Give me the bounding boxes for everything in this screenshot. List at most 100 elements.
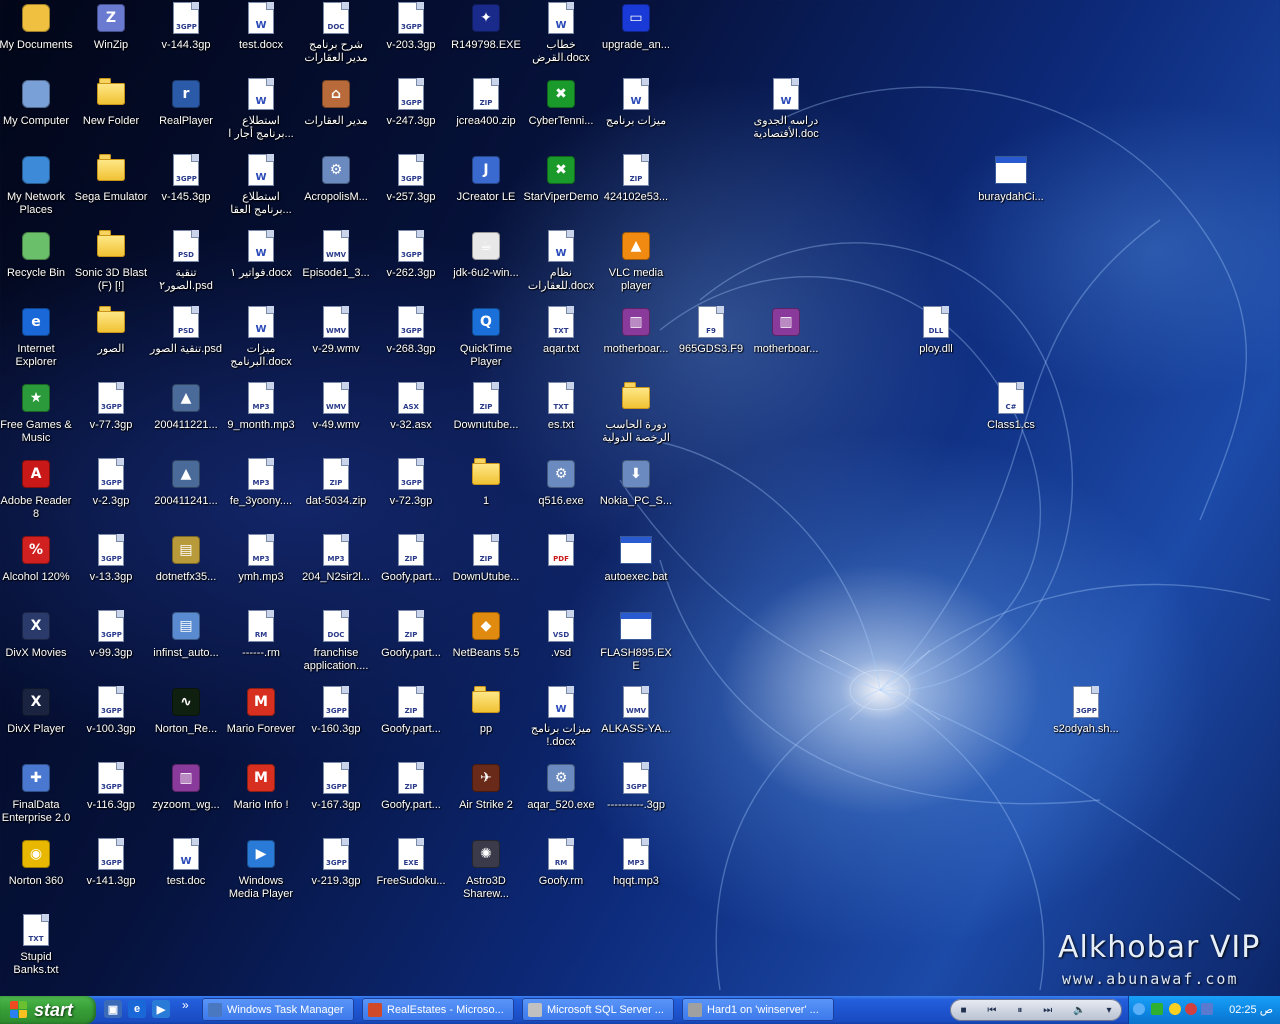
desktop-icon[interactable]: WMV Episode1_3... [298,228,374,280]
desktop-icon[interactable]: RM ------.rm [223,608,299,660]
desktop-icon[interactable]: Sega Emulator [73,152,149,204]
desktop-icon[interactable]: MP3 204_N2sir2l... [298,532,374,584]
desktop-icon[interactable]: WMV v-29.wmv [298,304,374,356]
desktop-icon[interactable]: W استطلاع ...برنامج أجار ا [223,76,299,141]
tray-green-icon[interactable] [1151,1003,1163,1015]
desktop-icon[interactable]: 3GPP v-145.3gp [148,152,224,204]
taskbar-button[interactable]: Microsoft SQL Server ... [522,998,674,1021]
desktop-icon[interactable]: ▥ zyzoom_wg... [148,760,224,812]
desktop-icon[interactable]: الصور [73,304,149,356]
desktop-icon[interactable]: ZIP Goofy.part... [373,608,449,660]
desktop-icon[interactable]: TXT aqar.txt [523,304,599,356]
desktop-icon[interactable]: TXT es.txt [523,380,599,432]
desktop-icon[interactable]: Wtest.doc [148,836,224,888]
desktop-icon[interactable]: M Mario Info ! [223,760,299,812]
desktop-icon[interactable]: DOC شرح برنامج مدير العقارات [298,0,374,65]
desktop-icon[interactable]: 3GPP v-160.3gp [298,684,374,736]
desktop-icon[interactable]: M Mario Forever [223,684,299,736]
desktop-icon[interactable]: ZIP dat-5034.zip [298,456,374,508]
desktop-icon[interactable]: ZIP jcrea400.zip [448,76,524,128]
desktop-icon[interactable]: ✦ R149798.EXE [448,0,524,52]
desktop-icon[interactable]: 3GPP v-100.3gp [73,684,149,736]
desktop-icon[interactable]: W ميزات برنامج [598,76,674,128]
desktop-icon[interactable]: ZIP DownUtube... [448,532,524,584]
desktop-icon[interactable]: 3GPP ----------.3gp [598,760,674,812]
desktop-icon[interactable]: W فواتير ١.docx [223,228,299,280]
desktop-icon[interactable]: buraydahCi... [973,152,1049,204]
desktop-icon[interactable]: ⚙ aqar_520.exe [523,760,599,812]
media-player-icon[interactable]: ▶ [152,1000,170,1018]
stop-icon[interactable]: ■ [960,1005,966,1016]
desktop-icon[interactable]: autoexec.bat [598,532,674,584]
desktop-icon[interactable]: ZIP Goofy.part... [373,760,449,812]
desktop-icon[interactable]: 3GPP v-141.3gp [73,836,149,888]
desktop-icon[interactable]: 3GPP v-144.3gp [148,0,224,52]
tray-smiley-icon[interactable] [1169,1003,1181,1015]
desktop-icon[interactable]: ▤ infinst_auto... [148,608,224,660]
chevron-down-icon[interactable]: ▾ [1106,1005,1111,1016]
desktop-icon[interactable]: ▥ motherboar... [748,304,824,356]
desktop-icon[interactable]: 3GPP v-72.3gp [373,456,449,508]
desktop-icon[interactable]: ▲ VLC media player [598,228,674,293]
desktop-icon[interactable]: ▭ upgrade_an... [598,0,674,52]
desktop-icon[interactable]: W استطلاع ...برنامج العقا [223,152,299,217]
desktop-icon[interactable]: MP3 hqqt.mp3 [598,836,674,888]
desktop-icon[interactable]: ★ Free Games & Music [0,380,74,445]
desktop-icon[interactable]: 3GPP v-268.3gp [373,304,449,356]
desktop-icon[interactable]: W ميزات برنامج !.docx [523,684,599,749]
desktop-icon[interactable]: pp [448,684,524,736]
clock[interactable]: 02:25 ص [1229,1003,1273,1016]
taskbar-button[interactable]: RealEstates - Microso... [362,998,514,1021]
desktop-icon[interactable]: ☕ jdk-6u2-win... [448,228,524,280]
desktop-icon[interactable]: ✈ Air Strike 2 [448,760,524,812]
desktop-icon[interactable]: ✖ CyberTenni... [523,76,599,128]
desktop-icon[interactable]: ⬇ Nokia_PC_S... [598,456,674,508]
desktop-icon[interactable]: % Alcohol 120% [0,532,74,584]
taskbar-button[interactable]: Hard1 on 'winserver' ... [682,998,834,1021]
desktop-icon[interactable]: Sonic 3D Blast (F) [!] [73,228,149,293]
desktop[interactable]: My Documents My Computer My Network Places… [0,0,1280,996]
desktop-icon[interactable]: دورة الحاسب الرخصة الدولية [598,380,674,445]
desktop-icon[interactable]: ∿ Norton_Re... [148,684,224,736]
desktop-icon[interactable]: W دراسه الجدوى الأقتصادية.doc [748,76,824,141]
desktop-icon[interactable]: 3GPP v-257.3gp [373,152,449,204]
start-button[interactable]: start [0,996,96,1024]
media-mini-player[interactable]: ■ ⏮ ⏸ ⏭ 🔈 ▾ [950,999,1122,1021]
desktop-icon[interactable]: TXT Stupid Banks.txt [0,912,74,977]
pause-icon[interactable]: ⏸ [1017,1005,1022,1016]
desktop-icon[interactable]: New Folder [73,76,149,128]
desktop-icon[interactable]: ZIP Downutube... [448,380,524,432]
desktop-icon[interactable]: ✚ FinalData Enterprise 2.0 [0,760,74,825]
show-desktop-icon[interactable]: ▣ [104,1000,122,1018]
desktop-icon[interactable]: ▥ motherboar... [598,304,674,356]
volume-icon[interactable]: 🔈 [1073,1005,1085,1016]
desktop-icon[interactable]: W ميزات البرنامج.docx [223,304,299,369]
desktop-icon[interactable]: My Network Places [0,152,74,217]
taskbar-button[interactable]: Windows Task Manager [202,998,354,1021]
desktop-icon[interactable]: 3GPP v-99.3gp [73,608,149,660]
desktop-icon[interactable]: MP3 ymh.mp3 [223,532,299,584]
desktop-icon[interactable]: ◆ NetBeans 5.5 [448,608,524,660]
desktop-icon[interactable]: 3GPP v-2.3gp [73,456,149,508]
desktop-icon[interactable]: 3GPP v-203.3gp [373,0,449,52]
desktop-icon[interactable]: Recycle Bin [0,228,74,280]
desktop-icon[interactable]: ✖ StarViperDemo [523,152,599,204]
desktop-icon[interactable]: ▲ 200411241... [148,456,224,508]
desktop-icon[interactable]: F9 965GDS3.F9 [673,304,749,356]
desktop-icon[interactable]: ZIP 424102e53... [598,152,674,204]
desktop-icon[interactable]: DLL ploy.dll [898,304,974,356]
desktop-icon[interactable]: 3GPP v-77.3gp [73,380,149,432]
desktop-icon[interactable]: ⌂ مدير العقارات [298,76,374,128]
desktop-icon[interactable]: My Computer [0,76,74,128]
desktop-icon[interactable]: EXE FreeSudoku... [373,836,449,888]
desktop-icon[interactable]: Z WinZip [73,0,149,52]
desktop-icon[interactable]: X DivX Player [0,684,74,736]
desktop-icon[interactable]: C# Class1.cs [973,380,1049,432]
desktop-icon[interactable]: Wtest.docx [223,0,299,52]
desktop-icon[interactable]: 1 [448,456,524,508]
desktop-icon[interactable]: FLASH895.EXE [598,608,674,673]
desktop-icon[interactable]: X DivX Movies [0,608,74,660]
desktop-icon[interactable]: e Internet Explorer [0,304,74,369]
desktop-icon[interactable]: WMV ALKASS-YA... [598,684,674,736]
tray-network-icon[interactable] [1201,1003,1213,1015]
